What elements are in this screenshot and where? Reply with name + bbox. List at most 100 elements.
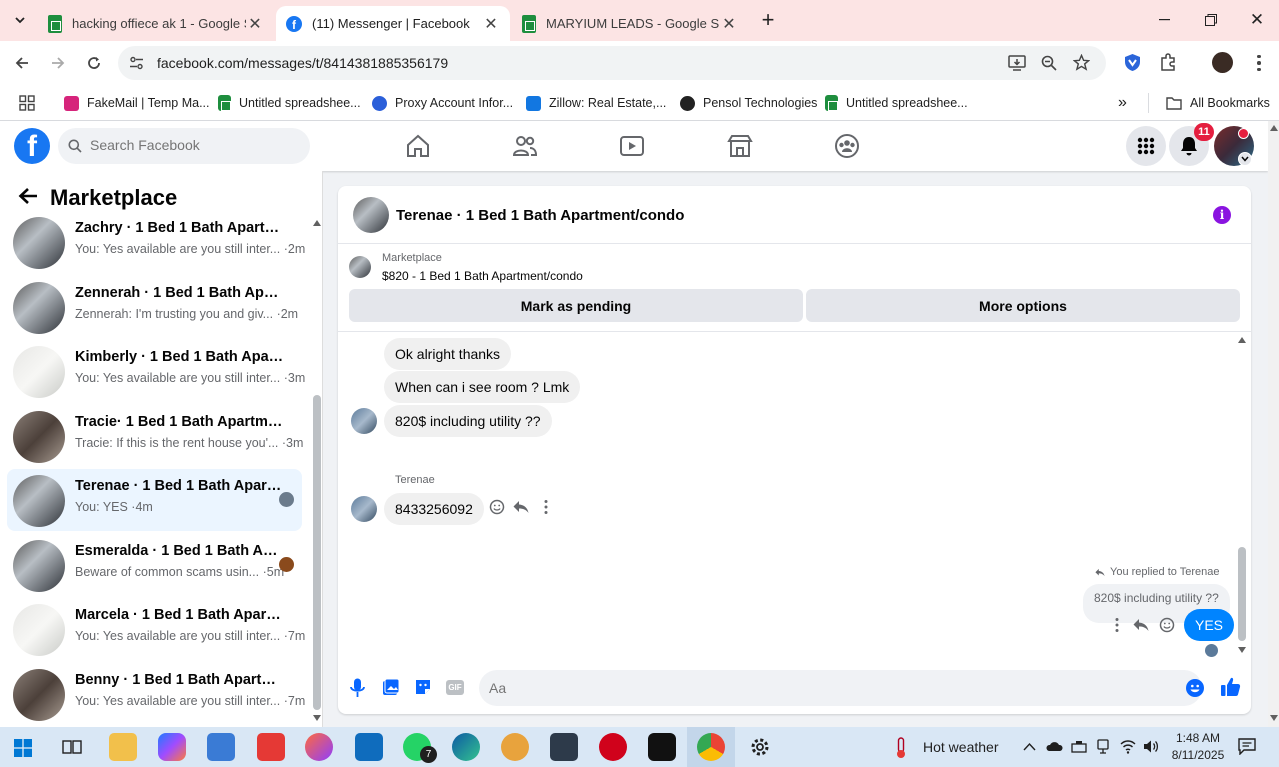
home-icon[interactable] <box>405 133 431 159</box>
minimize-button[interactable] <box>1149 8 1179 32</box>
scrollbar-thumb[interactable] <box>1238 547 1246 641</box>
conversation-item[interactable]: Kimberly · 1 Bed 1 Bath Apartme... You: … <box>7 340 305 402</box>
emoji-icon[interactable] <box>1186 679 1204 697</box>
listing-thumbnail[interactable] <box>349 256 371 278</box>
bookmark-pensol[interactable]: Pensol Technologies <box>680 92 817 114</box>
page-scrollbar[interactable] <box>1268 121 1279 727</box>
thermometer-icon[interactable] <box>894 737 908 759</box>
app-icon[interactable] <box>550 733 578 761</box>
incoming-message[interactable]: 820$ including utility ?? <box>384 405 552 437</box>
conversation-item[interactable]: Tracie· 1 Bed 1 Bath Apartment/... Traci… <box>7 405 303 467</box>
settings-gear-icon[interactable] <box>749 736 771 758</box>
conversation-item[interactable]: Zennerah · 1 Bed 1 Bath Apartm... Zenner… <box>7 276 302 338</box>
react-emoji-icon[interactable] <box>488 498 506 516</box>
react-emoji-icon[interactable] <box>1158 616 1176 634</box>
incoming-message[interactable]: When can i see room ? Lmk <box>384 371 581 403</box>
omnibox[interactable]: facebook.com/messages/t/8414381885356179 <box>118 46 1106 80</box>
camera-app-icon[interactable] <box>257 733 285 761</box>
clock-time[interactable]: 1:48 AM <box>1170 731 1226 745</box>
more-vertical-icon[interactable] <box>1108 616 1126 634</box>
sender-avatar[interactable] <box>351 496 377 522</box>
conversation-item[interactable]: Esmeralda · 1 Bed 1 Bath Apar... Beware … <box>7 534 302 596</box>
task-view-icon[interactable] <box>62 738 82 756</box>
profile-avatar[interactable] <box>1212 52 1233 73</box>
notification-center-icon[interactable] <box>1238 738 1256 755</box>
sender-avatar[interactable] <box>351 408 377 434</box>
mark-as-pending-button[interactable]: Mark as pending <box>349 289 803 322</box>
chrome-taskbar-item[interactable] <box>687 727 735 767</box>
windows-start-icon[interactable] <box>14 739 32 757</box>
gif-icon[interactable]: GIF <box>446 680 464 695</box>
reply-icon[interactable] <box>1132 616 1150 634</box>
incoming-message[interactable]: Ok alright thanks <box>384 338 512 370</box>
chat-scrollbar[interactable] <box>1238 335 1246 655</box>
reply-icon[interactable] <box>512 498 530 516</box>
star-icon[interactable] <box>1073 54 1090 71</box>
more-vertical-icon[interactable] <box>537 498 555 516</box>
meet-now-icon[interactable] <box>1096 739 1110 754</box>
scroll-up-arrow-icon[interactable] <box>313 220 321 226</box>
tab-search-button[interactable] <box>5 8 35 32</box>
listing-avatar[interactable] <box>353 197 389 233</box>
conversation-item[interactable]: Zachry · 1 Bed 1 Bath Apartment... You: … <box>7 211 305 273</box>
close-tab-icon[interactable]: ✕ <box>246 15 264 33</box>
conversation-item[interactable]: Marcela · 1 Bed 1 Bath Apartme... You: Y… <box>7 598 305 660</box>
all-bookmarks[interactable]: All Bookmarks <box>1166 92 1270 114</box>
facebook-logo-icon[interactable]: f <box>14 128 50 164</box>
browser-menu-button[interactable] <box>1249 53 1269 73</box>
menu-grid-button[interactable] <box>1126 126 1166 166</box>
scroll-down-arrow-icon[interactable] <box>313 715 321 721</box>
scroll-down-arrow-icon[interactable] <box>1238 647 1246 653</box>
site-settings-icon[interactable] <box>129 56 144 70</box>
edge-icon[interactable] <box>452 733 480 761</box>
clock-date[interactable]: 8/11/2025 <box>1168 748 1228 762</box>
shield-extension-icon[interactable] <box>1124 53 1141 72</box>
sticker-icon[interactable] <box>414 678 432 696</box>
scrollbar-thumb[interactable] <box>313 395 321 710</box>
show-hidden-icons-chevron-icon[interactable] <box>1023 742 1036 751</box>
photo-icon[interactable] <box>382 678 400 696</box>
wifi-icon[interactable] <box>1120 739 1136 754</box>
bookmark-proxy-account[interactable]: Proxy Account Infor... <box>372 92 513 114</box>
forward-button[interactable] <box>46 51 70 75</box>
account-chevron-icon[interactable] <box>1238 152 1252 166</box>
onedrive-icon[interactable] <box>1045 741 1063 752</box>
marketplace-icon[interactable] <box>727 133 753 159</box>
install-app-icon[interactable] <box>1008 55 1026 71</box>
conversation-item-active[interactable]: Terenae · 1 Bed 1 Bath Apartm... You: YE… <box>7 469 302 531</box>
more-options-button[interactable]: More options <box>806 289 1240 322</box>
bookmark-untitled-spreadsheet-1[interactable]: Untitled spreadshee... <box>218 92 361 114</box>
microsoft-store-icon[interactable] <box>207 733 235 761</box>
thumbs-up-icon[interactable] <box>1220 676 1241 697</box>
back-button[interactable] <box>10 51 34 75</box>
tab-maryium-leads[interactable]: MARYIUM LEADS - Google Shee ✕ <box>512 6 748 41</box>
scroll-down-arrow-icon[interactable] <box>1270 715 1278 721</box>
restore-button[interactable] <box>1196 8 1226 32</box>
weather-text[interactable]: Hot weather <box>923 739 998 755</box>
scroll-up-arrow-icon[interactable] <box>1270 125 1278 131</box>
opera-icon[interactable] <box>599 733 627 761</box>
extensions-puzzle-icon[interactable] <box>1159 53 1177 71</box>
info-icon[interactable]: i <box>1213 206 1231 224</box>
bookmark-zillow[interactable]: Zillow: Real Estate,... <box>526 92 666 114</box>
close-tab-icon[interactable]: ✕ <box>720 15 738 33</box>
volume-icon[interactable] <box>1143 739 1159 754</box>
copilot-icon[interactable] <box>158 733 186 761</box>
listing-price-title[interactable]: $820 - 1 Bed 1 Bath Apartment/condo <box>382 269 583 283</box>
network-adapter-icon[interactable] <box>1071 740 1087 753</box>
close-tab-icon[interactable]: ✕ <box>482 15 500 33</box>
tab-hacking-sheet[interactable]: hacking offiece ak 1 - Google Sh ✕ <box>38 6 274 41</box>
tiktok-icon[interactable] <box>648 733 676 761</box>
outlook-icon[interactable] <box>355 733 383 761</box>
chat-title[interactable]: Terenae · 1 Bed 1 Bath Apartment/condo <box>396 207 684 224</box>
incoming-message[interactable]: 8433256092 <box>384 493 484 525</box>
bookmark-untitled-spreadsheet-2[interactable]: Untitled spreadshee... <box>825 92 968 114</box>
zoom-icon[interactable] <box>1041 55 1057 71</box>
reload-button[interactable] <box>82 51 106 75</box>
conversation-item[interactable]: Benny · 1 Bed 1 Bath Apartment... You: Y… <box>7 663 305 725</box>
message-input[interactable] <box>479 670 1202 706</box>
video-icon[interactable] <box>619 133 645 159</box>
scroll-up-arrow-icon[interactable] <box>1238 337 1246 343</box>
groups-icon[interactable] <box>834 133 860 159</box>
apps-grid-icon[interactable] <box>19 95 35 111</box>
